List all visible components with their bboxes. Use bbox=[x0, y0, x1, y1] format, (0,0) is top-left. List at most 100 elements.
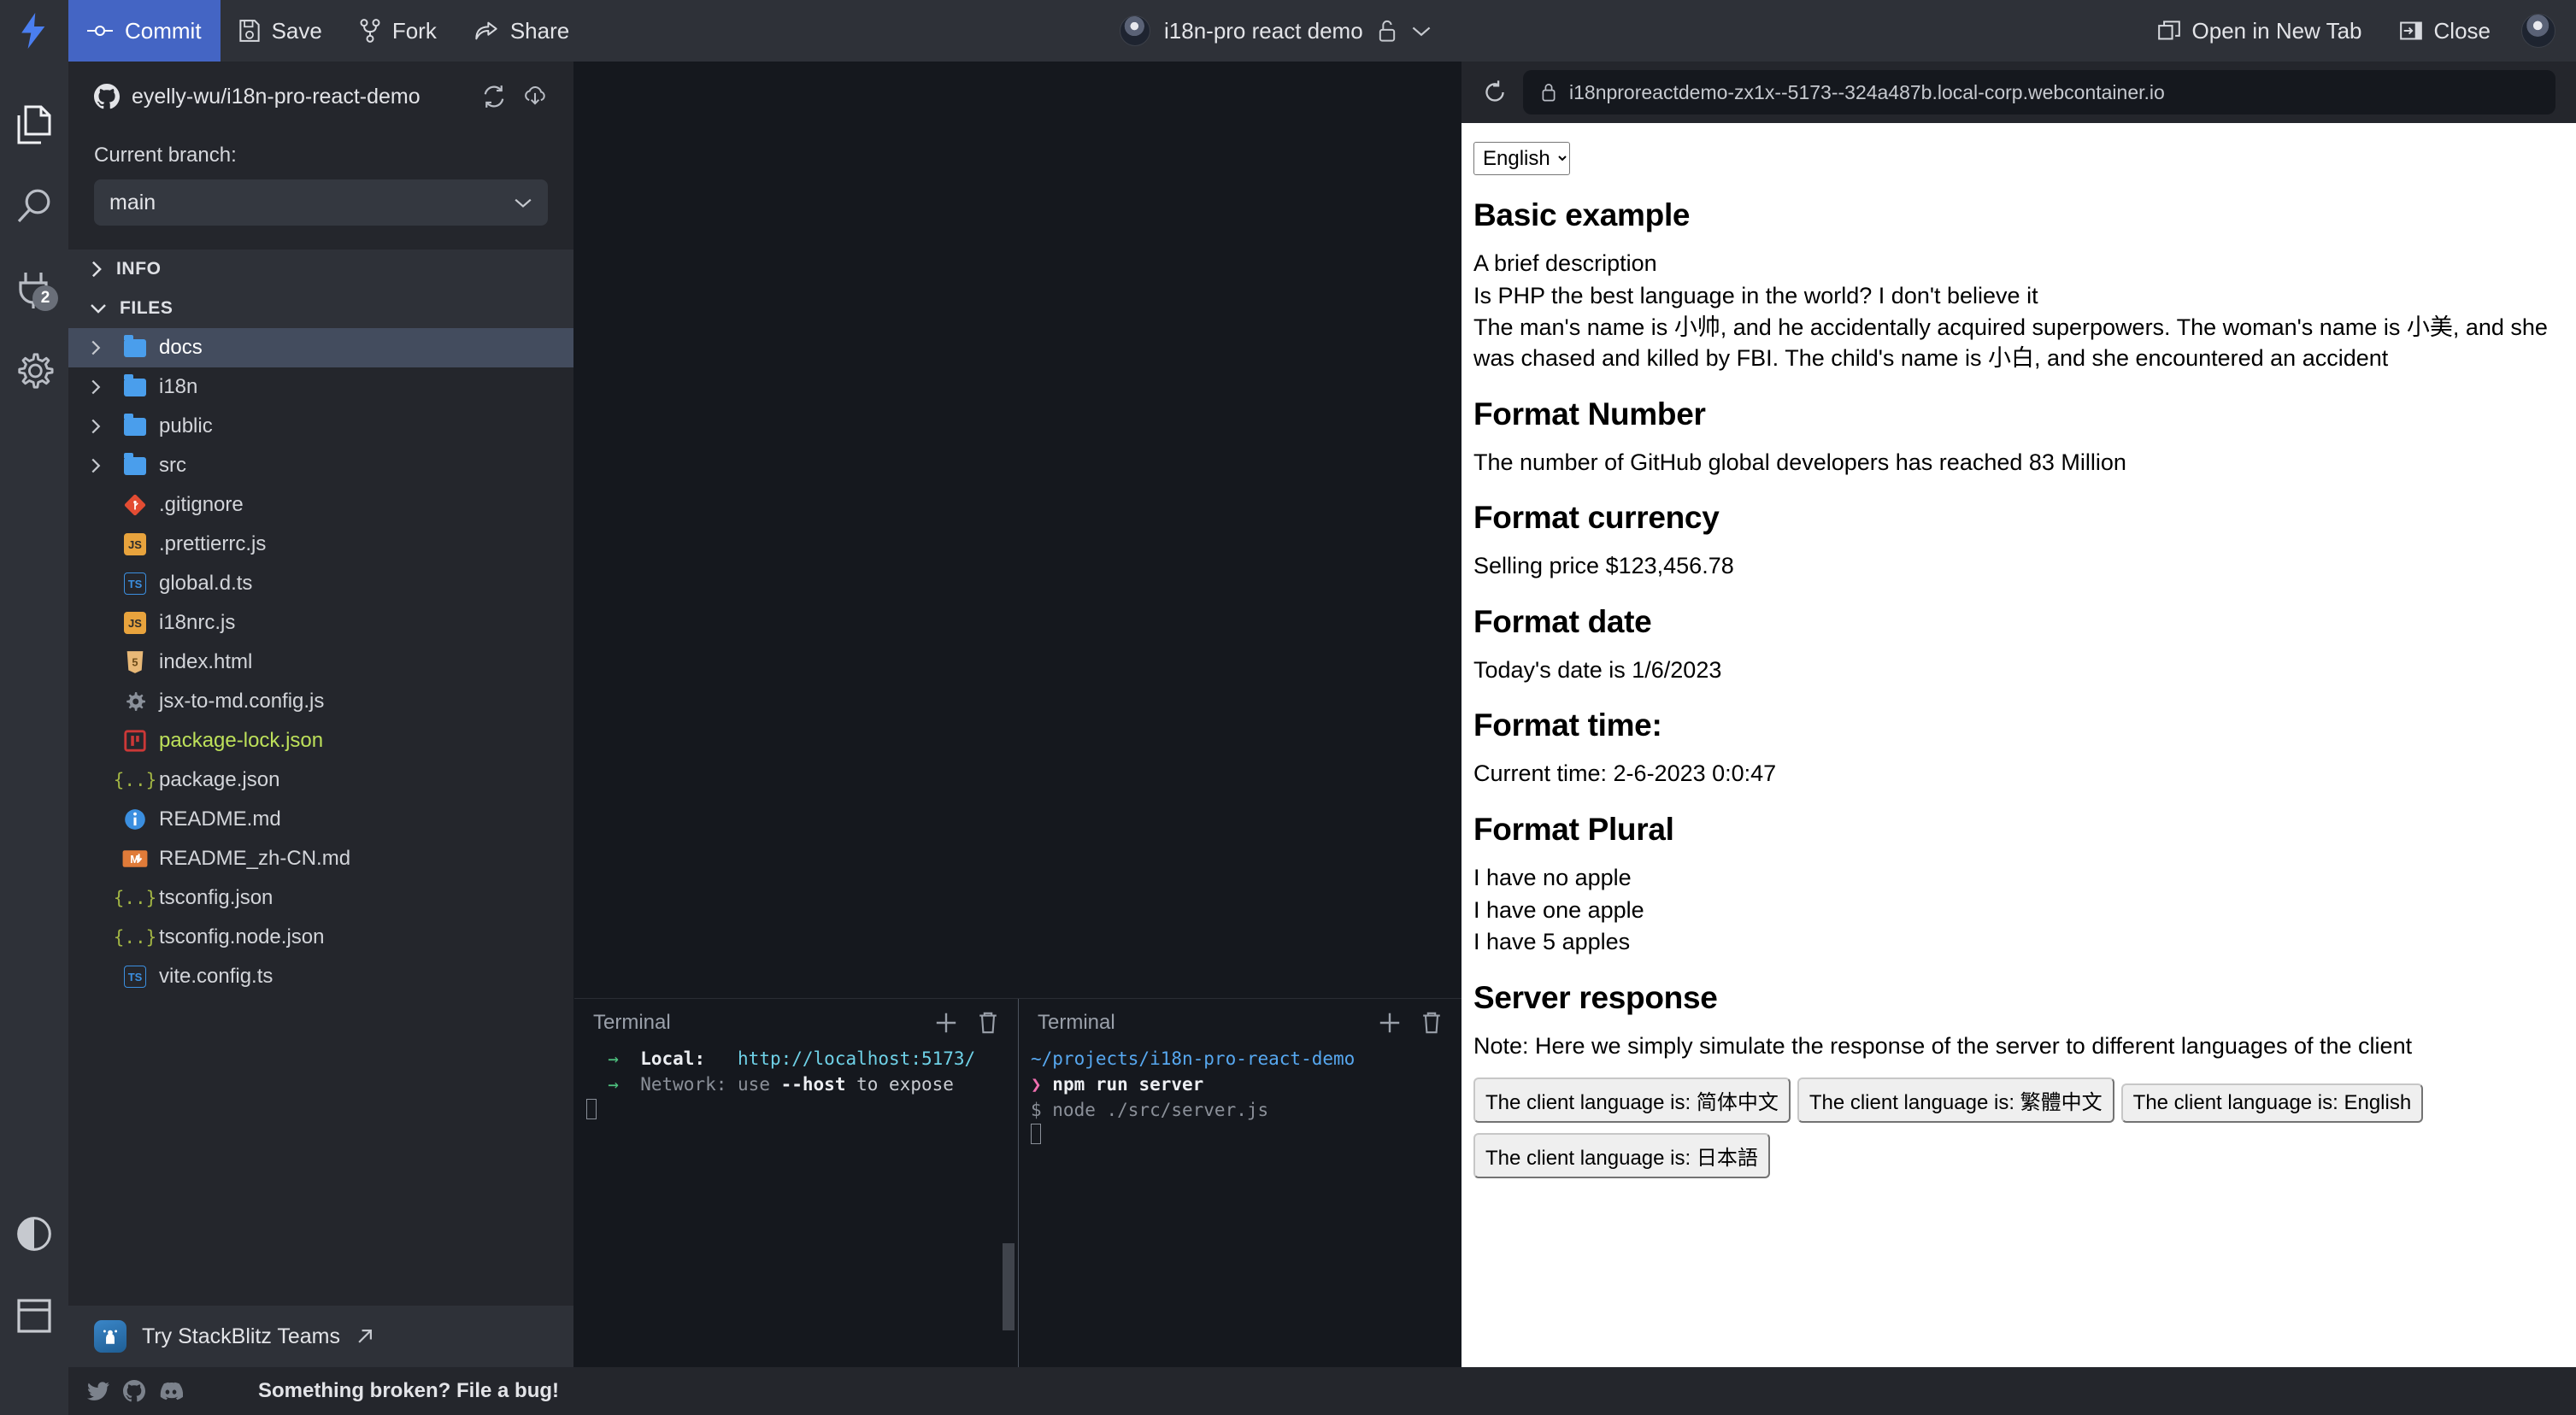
url-input[interactable]: i18nproreactdemo-zx1x--5173--324a487b.lo… bbox=[1523, 70, 2555, 114]
sidebar-item-files[interactable] bbox=[0, 84, 68, 166]
file-tree-item-label: .gitignore bbox=[159, 493, 244, 516]
js-icon: JS bbox=[118, 533, 152, 555]
file-tree-item-label: i18n bbox=[159, 375, 198, 398]
section-heading: Basic example bbox=[1473, 197, 1691, 232]
page-title: i18n-pro react demo bbox=[1164, 17, 1363, 44]
js-icon: JS bbox=[118, 612, 152, 634]
file-tree-item[interactable]: JS i18nrc.js bbox=[68, 603, 573, 643]
top-toolbar: Commit Save Fork Share i18n-pro react de… bbox=[0, 0, 2576, 62]
share-button[interactable]: Share bbox=[456, 0, 588, 62]
social-links bbox=[68, 1380, 183, 1402]
add-terminal-button[interactable] bbox=[934, 1011, 958, 1035]
file-tree-item[interactable]: 5 index.html bbox=[68, 643, 573, 682]
layout-toggle-button[interactable] bbox=[0, 1275, 68, 1357]
file-tree-item-label: tsconfig.node.json bbox=[159, 925, 325, 948]
status-bar-left-spacer bbox=[0, 1367, 68, 1415]
try-stackblitz-teams-link[interactable]: Try StackBlitz Teams bbox=[68, 1306, 573, 1367]
section-info[interactable]: INFO bbox=[68, 250, 573, 289]
ts-icon: TS bbox=[118, 966, 152, 988]
file-tree-item-label: tsconfig.json bbox=[159, 886, 273, 909]
terminal-header: Terminal bbox=[574, 999, 1018, 1047]
sidebar-item-search[interactable] bbox=[0, 166, 68, 248]
preview-sections: Basic example A brief description Is PHP t… bbox=[1473, 197, 2554, 1062]
cloud-download-icon[interactable] bbox=[522, 84, 548, 109]
client-language-button[interactable]: The client language is: English bbox=[2120, 1083, 2424, 1123]
user-avatar[interactable] bbox=[2521, 14, 2555, 48]
terminal-output[interactable]: → Local: http://localhost:5173/ → Networ… bbox=[574, 1047, 1018, 1367]
terminal-output[interactable]: ~/projects/i18n-pro-react-demo ❯ npm run… bbox=[1019, 1047, 1461, 1367]
close-button[interactable]: Close bbox=[2381, 0, 2509, 62]
github-icon bbox=[94, 84, 120, 109]
file-tree-item[interactable]: {..} tsconfig.json bbox=[68, 878, 573, 918]
file-tree-item-label: global.d.ts bbox=[159, 572, 253, 595]
share-icon bbox=[475, 21, 497, 40]
sidebar-item-plugins[interactable]: 2 bbox=[0, 248, 68, 330]
svg-text:5: 5 bbox=[132, 656, 138, 669]
github-icon[interactable] bbox=[123, 1380, 145, 1402]
file-tree-item[interactable]: TS vite.config.ts bbox=[68, 957, 573, 996]
folder-icon bbox=[118, 334, 152, 357]
section-files[interactable]: FILES bbox=[68, 289, 573, 328]
project-title-group[interactable]: i18n-pro react demo bbox=[1120, 0, 1432, 62]
terminal-1: Terminal → Local: http://localhost:5173/… bbox=[574, 999, 1019, 1367]
file-tree-item[interactable]: public bbox=[68, 407, 573, 446]
client-language-button[interactable]: The client language is: 日本語 bbox=[1473, 1132, 1770, 1178]
file-tree-item[interactable]: README.md bbox=[68, 800, 573, 839]
fork-button[interactable]: Fork bbox=[341, 0, 456, 62]
theme-toggle-button[interactable] bbox=[0, 1193, 68, 1275]
file-tree-item[interactable]: i18n bbox=[68, 367, 573, 407]
file-tree-item-label: src bbox=[159, 454, 186, 477]
terminal-scrollbar[interactable] bbox=[1003, 1243, 1015, 1330]
file-tree-item[interactable]: src bbox=[68, 446, 573, 485]
reload-icon[interactable] bbox=[1482, 79, 1508, 105]
file-tree-item[interactable]: jsx-to-md.config.js bbox=[68, 682, 573, 721]
terminal-cursor bbox=[1031, 1124, 1041, 1145]
file-tree-item[interactable]: package-lock.json bbox=[68, 721, 573, 760]
file-tree-item[interactable]: M README_zh-CN.md bbox=[68, 839, 573, 878]
share-label: Share bbox=[509, 17, 570, 44]
gear-file-icon bbox=[118, 690, 152, 713]
discord-icon[interactable] bbox=[159, 1380, 183, 1402]
file-tree-item[interactable]: .gitignore bbox=[68, 485, 573, 525]
sync-icon[interactable] bbox=[481, 84, 507, 109]
file-tree-item[interactable]: JS .prettierrc.js bbox=[68, 525, 573, 564]
editor-empty-canvas[interactable] bbox=[574, 62, 1461, 998]
file-a-bug-link[interactable]: Something broken? File a bug! bbox=[258, 1379, 559, 1403]
preview-pane: i18nproreactdemo-zx1x--5173--324a487b.lo… bbox=[1461, 62, 2576, 1367]
file-tree-item[interactable]: {..} package.json bbox=[68, 760, 573, 800]
commit-button[interactable]: Commit bbox=[68, 0, 221, 62]
section-heading: Format Number bbox=[1473, 396, 1706, 432]
delete-terminal-button[interactable] bbox=[1420, 1011, 1443, 1035]
toolbar-right-group: Open in New Tab Close bbox=[2139, 0, 2576, 62]
open-in-new-tab-button[interactable]: Open in New Tab bbox=[2139, 0, 2381, 62]
stackblitz-logo[interactable] bbox=[0, 0, 68, 62]
file-tree-item[interactable]: docs bbox=[68, 328, 573, 367]
twitter-icon[interactable] bbox=[87, 1380, 109, 1402]
file-tree-item[interactable]: TS global.d.ts bbox=[68, 564, 573, 603]
chevron-down-icon bbox=[91, 304, 106, 314]
terminal-title: Terminal bbox=[1038, 1011, 1115, 1034]
sidebar-item-settings[interactable] bbox=[0, 330, 68, 412]
folder-icon bbox=[118, 373, 152, 396]
section-paragraph: Current time: 2-6-2023 0:0:47 bbox=[1473, 760, 1777, 787]
chevron-down-icon[interactable] bbox=[1411, 24, 1432, 38]
save-button[interactable]: Save bbox=[221, 0, 341, 62]
preview-content: English Basic example A brief description… bbox=[1461, 123, 2576, 1367]
json-icon: {..} bbox=[113, 927, 157, 948]
branch-select[interactable]: main bbox=[94, 179, 548, 226]
unlock-icon[interactable] bbox=[1377, 19, 1397, 43]
language-select[interactable]: English bbox=[1473, 142, 1570, 175]
teams-label: Try StackBlitz Teams bbox=[142, 1324, 340, 1348]
client-language-button[interactable]: The client language is: 繁體中文 bbox=[1797, 1077, 2114, 1123]
file-tree-item[interactable]: {..} tsconfig.node.json bbox=[68, 918, 573, 957]
branch-label: Current branch: bbox=[94, 144, 237, 167]
info-icon bbox=[118, 808, 152, 831]
stackblitz-window: Commit Save Fork Share i18n-pro react de… bbox=[0, 0, 2576, 1415]
server-response-buttons: The client language is: 简体中文 The client l… bbox=[1473, 1072, 2554, 1183]
section-heading: Format currency bbox=[1473, 500, 1720, 536]
terminal-header: Terminal bbox=[1019, 999, 1461, 1047]
client-language-button[interactable]: The client language is: 简体中文 bbox=[1473, 1077, 1791, 1123]
teams-icon bbox=[94, 1320, 126, 1353]
add-terminal-button[interactable] bbox=[1378, 1011, 1402, 1035]
delete-terminal-button[interactable] bbox=[977, 1011, 999, 1035]
